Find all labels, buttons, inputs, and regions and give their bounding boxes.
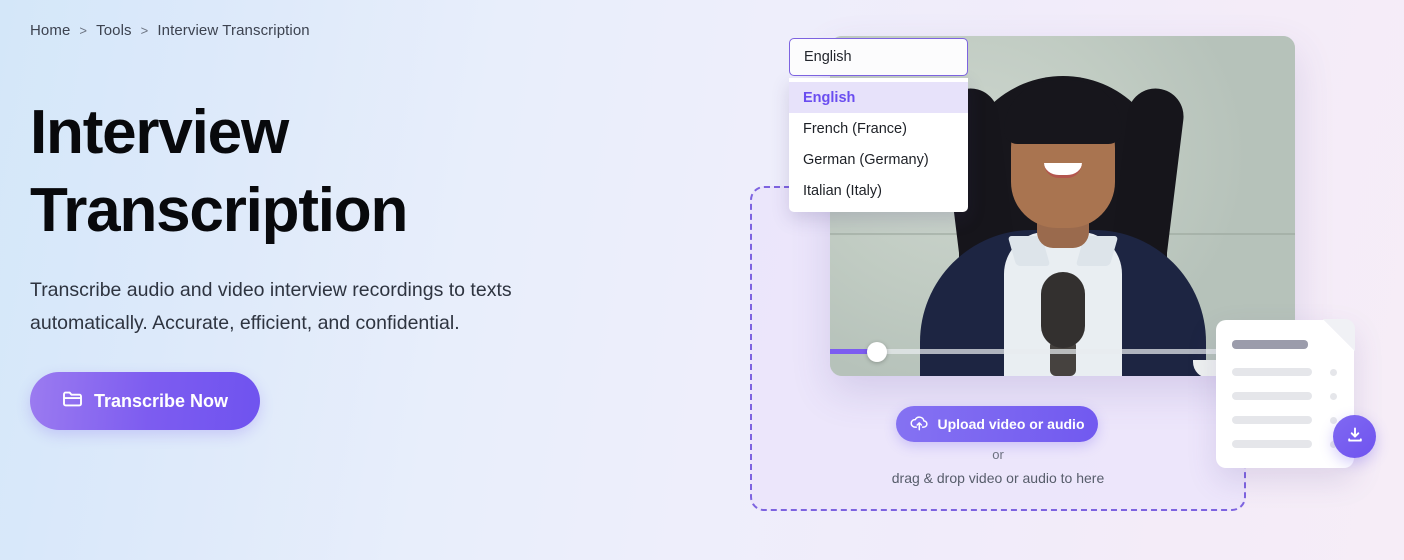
language-select-value: English <box>804 49 852 65</box>
language-option-italian[interactable]: Italian (Italy) <box>789 175 968 206</box>
doc-dot-placeholder <box>1330 417 1337 424</box>
upload-video-or-audio-button[interactable]: Upload video or audio <box>896 406 1098 442</box>
language-option-french[interactable]: French (France) <box>789 113 968 144</box>
language-option-label: French (France) <box>803 120 907 137</box>
transcript-document-card <box>1216 319 1355 468</box>
doc-line-placeholder <box>1232 440 1312 448</box>
page-fold-icon <box>1323 319 1355 351</box>
doc-line-placeholder <box>1232 416 1312 424</box>
doc-line-placeholder <box>1232 392 1312 400</box>
language-option-german[interactable]: German (Germany) <box>789 144 968 175</box>
page-subtitle: Transcribe audio and video interview rec… <box>30 279 512 334</box>
breadcrumb: Home > Tools > Interview Transcription <box>30 22 310 39</box>
language-option-label: Italian (Italy) <box>803 182 882 199</box>
download-icon <box>1345 425 1365 448</box>
doc-dot-placeholder <box>1330 369 1337 376</box>
language-dropdown-menu[interactable]: English French (France) German (Germany)… <box>789 78 968 212</box>
language-option-label: German (Germany) <box>803 151 929 168</box>
download-transcript-button[interactable] <box>1333 415 1376 458</box>
language-option-english[interactable]: English <box>789 82 968 113</box>
doc-dot-placeholder <box>1330 393 1337 400</box>
breadcrumb-item-home[interactable]: Home <box>30 22 70 39</box>
folder-icon <box>62 389 83 413</box>
breadcrumb-item-current: Interview Transcription <box>157 22 310 39</box>
breadcrumb-separator-icon: > <box>140 23 149 38</box>
upload-illustration: English English French (France) German (… <box>700 0 1404 560</box>
page-title: Interview Transcription <box>30 98 408 245</box>
doc-line-placeholder <box>1232 368 1312 376</box>
language-option-label: English <box>803 89 856 106</box>
transcribe-now-label: Transcribe Now <box>93 390 229 411</box>
breadcrumb-separator-icon: > <box>79 23 88 38</box>
doc-title-placeholder <box>1232 340 1308 349</box>
cloud-upload-icon <box>909 415 929 434</box>
video-progress-handle[interactable] <box>866 341 887 362</box>
transcribe-now-button[interactable]: Transcribe Now <box>30 372 260 430</box>
upload-button-label: Upload video or audio <box>937 416 1085 432</box>
upload-or-label: or <box>992 447 1004 462</box>
drag-drop-hint: drag & drop video or audio to here <box>891 470 1105 486</box>
language-select[interactable]: English <box>789 38 968 76</box>
breadcrumb-item-tools[interactable]: Tools <box>96 22 132 39</box>
